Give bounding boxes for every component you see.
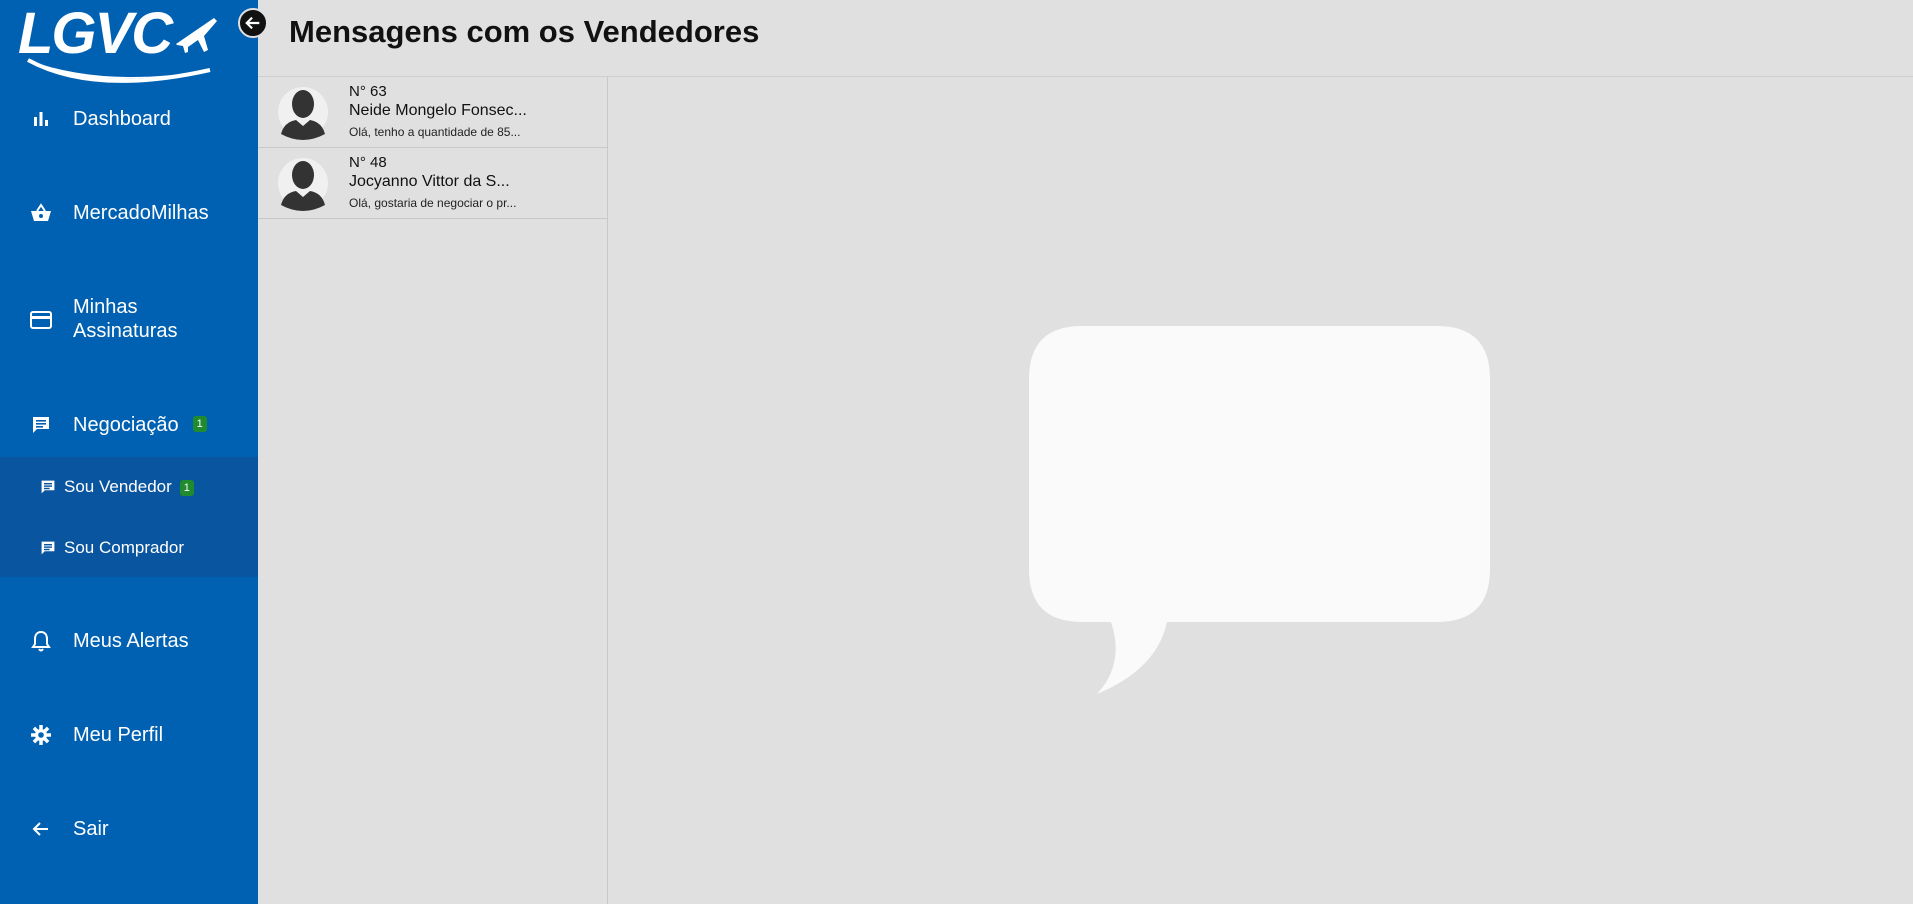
conversation-number: N° 63 xyxy=(349,83,387,100)
bar-chart-icon xyxy=(30,108,52,130)
bell-icon xyxy=(30,630,52,652)
chat-icon xyxy=(39,539,57,557)
conversation-list: N° 63 Neide Mongelo Fonsec... Olá, tenho… xyxy=(258,76,608,904)
avatar-placeholder-icon xyxy=(278,158,328,211)
gear-icon xyxy=(30,724,52,746)
sidebar-item-dashboard[interactable]: Dashboard xyxy=(0,106,258,132)
submenu-item-sou-comprador[interactable]: Sou Comprador xyxy=(0,528,258,568)
submenu-item-label: Sou Vendedor xyxy=(64,477,172,496)
notification-badge: 1 xyxy=(192,415,207,432)
conversation-name: Jocyanno Vittor da S... xyxy=(349,173,510,190)
sidebar-item-label: Negociação xyxy=(73,414,179,436)
conversation-preview: Olá, tenho a quantidade de 85... xyxy=(349,125,521,139)
sidebar-item-label: Dashboard xyxy=(73,108,171,130)
sidebar-item-label: Minhas Assinaturas xyxy=(73,296,178,342)
arrow-left-icon xyxy=(30,818,52,840)
notification-badge: 1 xyxy=(179,480,194,496)
sidebar-item-meu-perfil[interactable]: Meu Perfil xyxy=(0,722,258,748)
submenu-item-sou-vendedor[interactable]: Sou Vendedor 1 xyxy=(0,467,258,507)
collapse-sidebar-button[interactable] xyxy=(238,8,268,38)
conversation-item[interactable]: N° 63 Neide Mongelo Fonsec... Olá, tenho… xyxy=(258,77,608,148)
sidebar-item-label: Meus Alertas xyxy=(73,630,189,652)
chat-icon xyxy=(39,478,57,496)
negociacao-submenu: Sou Vendedor 1 Sou Comprador xyxy=(0,457,258,577)
sidebar-item-meus-alertas[interactable]: Meus Alertas xyxy=(0,628,258,654)
conversation-item[interactable]: N° 48 Jocyanno Vittor da S... Olá, gosta… xyxy=(258,148,608,219)
logo[interactable]: LGVC xyxy=(16,2,226,90)
arrow-left-icon xyxy=(245,16,260,30)
submenu-item-label: Sou Comprador xyxy=(64,538,185,557)
speech-bubble-icon xyxy=(1029,326,1490,694)
chat-icon xyxy=(30,414,52,436)
sidebar: LGVC Dashboard MercadoMilhas Minhas Assi… xyxy=(0,0,258,904)
conversation-name: Neide Mongelo Fonsec... xyxy=(349,102,527,119)
sidebar-item-sair[interactable]: Sair xyxy=(0,816,258,842)
avatar-placeholder-icon xyxy=(278,87,328,140)
submenu-item-label-wrap: Sou Vendedor 1 xyxy=(64,477,194,497)
airplane-icon xyxy=(176,18,217,53)
sidebar-item-mercadomilhas[interactable]: MercadoMilhas xyxy=(0,200,258,226)
sidebar-item-label: Meu Perfil xyxy=(73,724,164,746)
sidebar-item-negociacao[interactable]: Negociação 1 xyxy=(0,412,258,438)
sidebar-item-minhas-assinaturas[interactable]: Minhas Assinaturas xyxy=(0,295,258,345)
basket-icon xyxy=(30,202,52,224)
sidebar-item-label: Sair xyxy=(73,818,109,840)
conversation-number: N° 48 xyxy=(349,154,387,171)
logo-swoosh xyxy=(27,58,211,83)
sidebar-item-label: MercadoMilhas xyxy=(73,202,209,224)
sidebar-item-label-wrap: Negociação 1 xyxy=(73,413,207,437)
conversation-preview: Olá, gostaria de negociar o pr... xyxy=(349,196,517,210)
page-title: Mensagens com os Vendedores xyxy=(289,14,760,49)
credit-card-icon xyxy=(30,309,52,331)
